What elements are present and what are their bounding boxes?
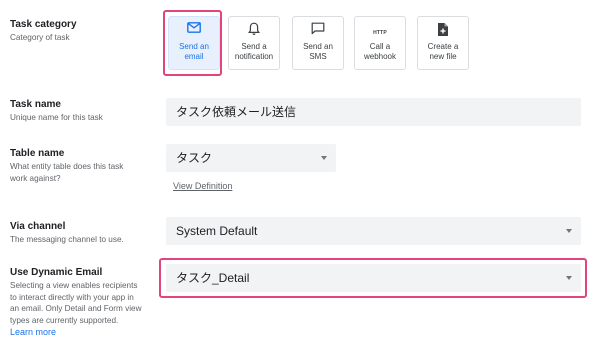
bell-icon (229, 22, 279, 38)
dynamic-email-title: Use Dynamic Email (10, 267, 103, 278)
category-label: Send an SMS (303, 42, 333, 61)
table-name-title: Table name (10, 148, 65, 159)
task-name-input[interactable]: タスク依頼メール送信 (166, 98, 581, 126)
via-channel-select[interactable]: System Default (166, 217, 581, 245)
task-name-title: Task name (10, 99, 61, 110)
new-file-icon (418, 22, 468, 38)
category-call-webhook-button[interactable]: HTTP Call a webhook (354, 16, 406, 70)
category-send-email-button[interactable]: Send an email (168, 16, 220, 70)
table-name-description: What entity table does this task work aga… (10, 162, 124, 183)
category-label: Send an email (179, 42, 209, 61)
task-name-label-group: Task name Unique name for this task (10, 98, 158, 124)
dynamic-email-value: タスク_Detail (176, 271, 250, 285)
learn-more-link[interactable]: Learn more (10, 326, 158, 338)
chat-bubble-icon (293, 22, 343, 38)
via-channel-title: Via channel (10, 221, 66, 232)
dynamic-email-view-select[interactable]: タスク_Detail (166, 264, 581, 292)
via-channel-description: The messaging channel to use. (10, 235, 124, 244)
table-name-label-group: Table name What entity table does this t… (10, 147, 158, 184)
category-create-file-button[interactable]: Create a new file (417, 16, 469, 70)
task-category-title: Task category (10, 19, 77, 30)
category-send-sms-button[interactable]: Send an SMS (292, 16, 344, 70)
task-name-description: Unique name for this task (10, 113, 103, 122)
chevron-down-icon (321, 156, 327, 160)
task-category-label-group: Task category Category of task (10, 18, 158, 44)
via-channel-value: System Default (176, 224, 258, 238)
category-label: Send a notification (234, 42, 274, 61)
category-label: Create a new file (427, 42, 459, 61)
table-name-value: タスク (176, 151, 213, 165)
view-definition-link[interactable]: View Definition (173, 181, 232, 191)
category-label: Call a webhook (363, 42, 397, 61)
via-channel-label-group: Via channel The messaging channel to use… (10, 220, 158, 246)
mail-icon (169, 22, 219, 38)
task-category-description: Category of task (10, 33, 70, 42)
table-name-select[interactable]: タスク (166, 144, 336, 172)
chevron-down-icon (566, 229, 572, 233)
http-icon: HTTP (373, 30, 387, 36)
dynamic-email-label-group: Use Dynamic Email Selecting a view enabl… (10, 266, 158, 338)
chevron-down-icon (566, 276, 572, 280)
category-send-notification-button[interactable]: Send a notification (228, 16, 280, 70)
dynamic-email-description: Selecting a view enables recipients to i… (10, 281, 142, 325)
